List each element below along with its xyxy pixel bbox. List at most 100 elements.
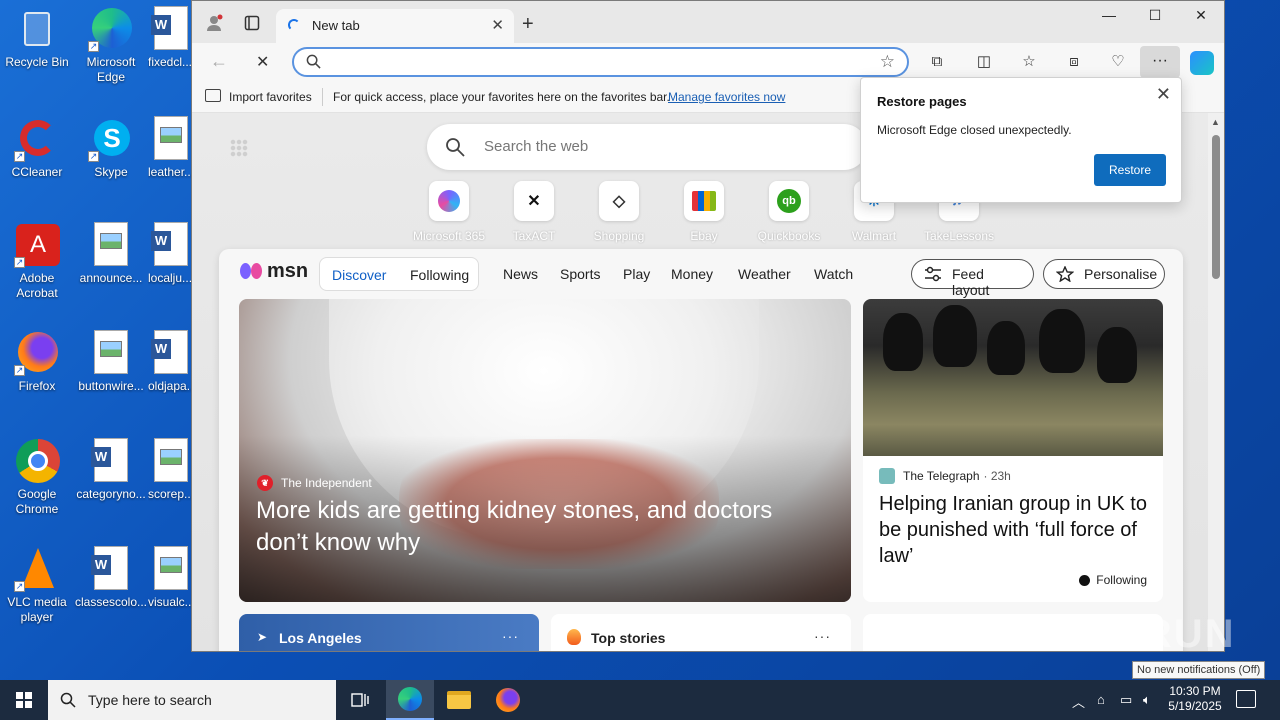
hero-article-card[interactable]: ❦ The Independent More kids are getting …: [239, 299, 851, 602]
msn-wordmark: msn: [267, 260, 309, 282]
more-options-icon[interactable]: ···: [502, 628, 519, 644]
edge-icon: ↗: [88, 6, 134, 52]
extensions-icon[interactable]: ⧉: [926, 51, 948, 73]
desktop-icon-edge[interactable]: ↗ Microsoft Edge: [74, 6, 148, 85]
manage-favorites-link[interactable]: Manage favorites now: [668, 90, 785, 104]
personalise-button[interactable]: Personalise: [1043, 259, 1165, 289]
tab-discover[interactable]: Discover: [332, 267, 386, 283]
check-icon: [1079, 574, 1091, 586]
favorite-star-icon[interactable]: ☆: [880, 52, 895, 72]
hero-source: ❦ The Independent: [257, 475, 372, 491]
tray-chevron-icon[interactable]: ︿: [1072, 692, 1085, 711]
settings-more-button[interactable]: ···: [1140, 46, 1180, 78]
new-tab-button[interactable]: +: [522, 13, 534, 36]
more-options-icon[interactable]: ···: [814, 628, 831, 644]
article-image: [863, 299, 1163, 456]
clock[interactable]: 10:30 PM 5/19/2025: [1160, 684, 1230, 714]
msn-logo[interactable]: msn: [240, 260, 308, 283]
address-bar[interactable]: ☆: [292, 47, 909, 77]
quick-link-taxact[interactable]: ✕ TaxACT: [491, 181, 577, 243]
nav-news[interactable]: News: [503, 266, 538, 282]
quick-link-ebay[interactable]: Ebay: [661, 181, 747, 243]
close-button[interactable]: ✕: [1178, 7, 1224, 29]
search-icon: [60, 692, 76, 708]
quick-link-shopping[interactable]: ◇ Shopping: [576, 181, 662, 243]
desktop-icon-doc[interactable]: W classescolo...: [74, 546, 148, 610]
taskbar-search[interactable]: Type here to search: [48, 680, 336, 720]
nav-money[interactable]: Money: [671, 266, 713, 282]
article-headline[interactable]: Helping Iranian group in UK to be punish…: [879, 491, 1149, 569]
start-button[interactable]: [0, 680, 48, 720]
network-icon[interactable]: ⌂: [1097, 692, 1105, 707]
quick-link-quickbooks[interactable]: qb Quickbooks: [746, 181, 832, 243]
back-button[interactable]: ←: [210, 51, 228, 72]
address-input[interactable]: [330, 52, 850, 72]
nav-weather[interactable]: Weather: [738, 266, 791, 282]
desktop-icon-chrome[interactable]: Google Chrome: [0, 438, 74, 517]
article-card[interactable]: The Telegraph · 23h Helping Iranian grou…: [863, 299, 1163, 602]
desktop-icon-acrobat[interactable]: A ↗ Adobe Acrobat: [0, 222, 74, 301]
desktop-icon-image[interactable]: visualc...: [148, 546, 192, 610]
stop-loading-button[interactable]: ✕: [256, 52, 269, 72]
word-doc-icon: W: [148, 222, 192, 268]
taskbar-firefox[interactable]: [484, 680, 532, 720]
browser-essentials-icon[interactable]: ♡: [1107, 51, 1129, 73]
feed-layout-button[interactable]: Feed layout: [911, 259, 1034, 298]
search-placeholder: Search the web: [484, 138, 589, 155]
collections-icon[interactable]: ⧈: [1063, 51, 1085, 73]
desktop-icon-image[interactable]: announce...: [74, 222, 148, 286]
desktop-icon-doc[interactable]: W localju...: [148, 222, 192, 286]
profile-icon[interactable]: [204, 13, 224, 33]
desktop-icon-recycle-bin[interactable]: Recycle Bin: [0, 6, 74, 70]
apps-grid-icon[interactable]: [230, 139, 248, 157]
microsoft-365-icon: [429, 181, 469, 221]
nav-watch[interactable]: Watch: [814, 266, 853, 282]
desktop-icon-ccleaner[interactable]: ↗ CCleaner: [0, 116, 74, 180]
desktop-icon-vlc[interactable]: ↗ VLC media player: [0, 546, 74, 625]
desktop-icon-doc[interactable]: W categoryno...: [74, 438, 148, 502]
minimize-button[interactable]: —: [1086, 7, 1132, 29]
desktop-icon-firefox[interactable]: ↗ Firefox: [0, 330, 74, 394]
desktop-icon-image[interactable]: buttonwire...: [74, 330, 148, 394]
web-search-box[interactable]: Search the web: [427, 124, 867, 170]
page-scrollbar[interactable]: ▲: [1208, 113, 1224, 651]
desktop-icon-image[interactable]: scorep...: [148, 438, 192, 502]
scroll-up-icon[interactable]: ▲: [1211, 117, 1220, 127]
volume-icon[interactable]: 🔈︎: [1143, 692, 1151, 708]
top-stories-card[interactable]: Top stories ···: [551, 614, 851, 651]
feed-layout-label: Feed layout: [952, 266, 990, 298]
close-icon[interactable]: ✕: [1156, 84, 1171, 105]
maximize-button[interactable]: ☐: [1132, 7, 1178, 29]
loading-spinner-icon: [288, 19, 300, 31]
following-badge[interactable]: Following: [1079, 573, 1147, 587]
weather-location[interactable]: Los Angeles: [279, 630, 362, 646]
battery-icon[interactable]: ▭: [1120, 692, 1132, 708]
notification-center-icon[interactable]: [1236, 690, 1256, 708]
desktop-icon-doc[interactable]: W oldjapa...: [148, 330, 192, 394]
import-favorites-link[interactable]: Import favorites: [229, 90, 312, 104]
tab-bar: New tab ✕ + — ☐ ✕: [192, 1, 1224, 43]
quick-link-microsoft-365[interactable]: Microsoft 365: [406, 181, 492, 243]
hero-headline[interactable]: More kids are getting kidney stones, and…: [256, 495, 816, 559]
restore-button[interactable]: Restore: [1094, 154, 1166, 186]
task-view-button[interactable]: [336, 680, 384, 720]
tab-close-icon[interactable]: ✕: [491, 16, 504, 34]
taskbar-file-explorer[interactable]: [435, 680, 483, 720]
tab-actions-icon[interactable]: [242, 13, 262, 33]
tab-new-tab[interactable]: New tab ✕: [276, 9, 514, 43]
taskbar-edge[interactable]: [386, 680, 434, 720]
desktop-icon-doc[interactable]: W fixedcl...: [148, 6, 192, 70]
copilot-icon[interactable]: [1190, 51, 1214, 75]
weather-card[interactable]: ➤ Los Angeles ···: [239, 614, 539, 651]
desktop-icon-skype[interactable]: S ↗ Skype: [74, 116, 148, 180]
nav-sports[interactable]: Sports: [560, 266, 600, 282]
split-screen-icon[interactable]: ◫: [973, 51, 995, 73]
tab-following[interactable]: Following: [410, 267, 469, 283]
favorites-icon[interactable]: ☆: [1018, 51, 1040, 73]
desktop-icon-image[interactable]: leather...: [148, 116, 192, 180]
nav-play[interactable]: Play: [623, 266, 650, 282]
shopping-tag-icon: ◇: [599, 181, 639, 221]
quick-link-label: TakeLessons: [923, 229, 995, 243]
task-view-icon: [351, 693, 369, 707]
scrollbar-thumb[interactable]: [1212, 135, 1220, 279]
